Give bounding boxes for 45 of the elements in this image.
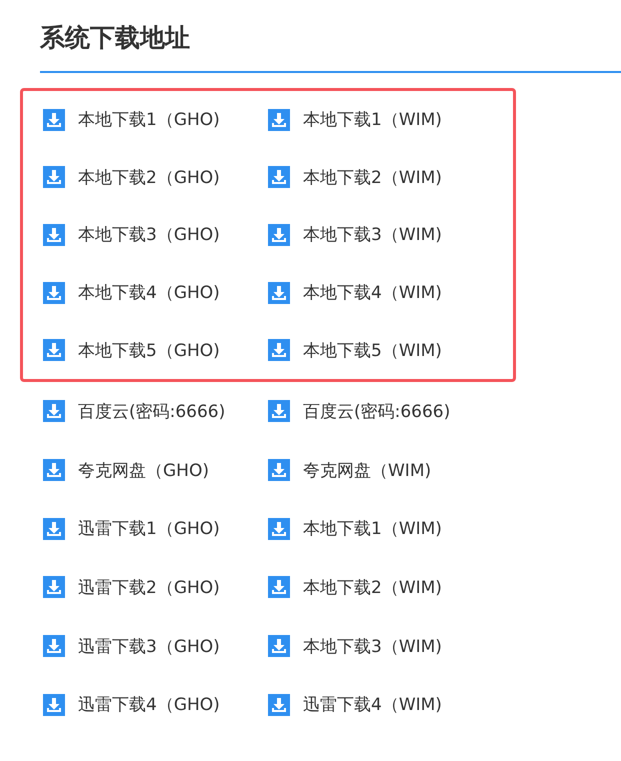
section-title: 系统下载地址	[40, 22, 190, 54]
download-icon[interactable]	[43, 224, 65, 246]
download-icon[interactable]	[268, 108, 290, 131]
download-link[interactable]: 夸克网盘（WIM)	[303, 458, 432, 482]
download-icon[interactable]	[268, 518, 290, 540]
download-link[interactable]: 迅雷下载4（GHO)	[78, 693, 220, 716]
download-link[interactable]: 百度云(密码:6666)	[78, 400, 226, 423]
download-link[interactable]: 百度云(密码:6666)	[303, 400, 450, 423]
download-link[interactable]: 本地下载4（GHO)	[78, 281, 220, 304]
download-icon[interactable]	[268, 576, 290, 598]
download-icon[interactable]	[43, 459, 65, 481]
download-link[interactable]: 本地下载2（WIM)	[303, 576, 442, 599]
download-icon[interactable]	[43, 166, 65, 188]
download-icon[interactable]	[43, 576, 65, 598]
download-icon[interactable]	[268, 400, 290, 422]
download-link[interactable]: 本地下载1（WIM)	[303, 108, 442, 132]
download-icon[interactable]	[268, 224, 290, 246]
download-link[interactable]: 本地下载3（WIM)	[303, 223, 442, 246]
download-link[interactable]: 夸克网盘（GHO)	[78, 458, 209, 482]
download-link[interactable]: 本地下载1（GHO)	[78, 108, 220, 132]
download-icon[interactable]	[268, 166, 290, 188]
download-icon[interactable]	[268, 282, 290, 304]
download-link[interactable]: 迅雷下载3（GHO)	[78, 634, 220, 658]
download-icon[interactable]	[43, 400, 65, 422]
download-link[interactable]: 本地下载3（WIM)	[303, 634, 442, 658]
download-link[interactable]: 本地下载1（WIM)	[303, 517, 442, 540]
download-link[interactable]: 本地下载2（WIM)	[303, 166, 442, 189]
download-link[interactable]: 本地下载2（GHO)	[78, 166, 220, 189]
download-link[interactable]: 迅雷下载4（WIM)	[303, 693, 442, 716]
download-icon[interactable]	[43, 339, 65, 362]
download-icon[interactable]	[43, 282, 65, 304]
download-link[interactable]: 本地下载5（WIM)	[303, 338, 442, 362]
download-link[interactable]: 迅雷下载1（GHO)	[78, 517, 220, 540]
download-link[interactable]: 本地下载3（GHO)	[78, 223, 220, 246]
download-link[interactable]: 本地下载4（WIM)	[303, 281, 442, 304]
download-link[interactable]: 本地下载5（GHO)	[78, 338, 220, 362]
download-icon[interactable]	[268, 694, 290, 716]
download-icon[interactable]	[268, 339, 290, 362]
download-icon[interactable]	[43, 694, 65, 716]
download-icon[interactable]	[43, 108, 65, 131]
download-icon[interactable]	[268, 635, 290, 658]
download-icon[interactable]	[43, 518, 65, 540]
download-icon[interactable]	[268, 459, 290, 481]
download-link[interactable]: 迅雷下载2（GHO)	[78, 576, 220, 599]
download-icon[interactable]	[43, 635, 65, 658]
